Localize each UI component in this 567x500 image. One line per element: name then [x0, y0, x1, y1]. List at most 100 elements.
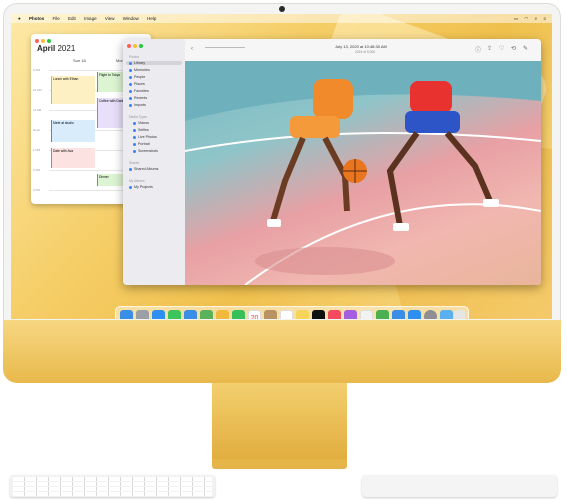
calendar-icon[interactable]: 20	[248, 310, 261, 319]
minimize-button[interactable]	[41, 39, 45, 43]
menu-app-name[interactable]: Photos	[29, 14, 44, 23]
notes-icon[interactable]	[296, 310, 309, 319]
folder-icon[interactable]	[440, 310, 453, 319]
sidebar-item-label: My Projects	[134, 185, 153, 189]
sidebar-item-people[interactable]: People	[129, 75, 145, 79]
sidebar-heading: Media Types	[129, 115, 148, 119]
info-icon[interactable]: ⓘ	[475, 45, 481, 54]
sidebar-item-library[interactable]: Library	[126, 61, 182, 65]
menu-edit[interactable]: Edit	[68, 14, 76, 23]
sidebar-item-selfies[interactable]: Selfies	[133, 128, 149, 132]
calendar-event[interactable]: Date with Ava	[51, 148, 95, 168]
folder-icon	[129, 185, 132, 189]
menu-view[interactable]: View	[105, 14, 115, 23]
sidebar-item-label: Favorites	[134, 89, 149, 93]
mail-icon[interactable]	[184, 310, 197, 319]
share-icon[interactable]: ⇪	[487, 45, 492, 52]
music-icon[interactable]	[328, 310, 341, 319]
camera-icon	[279, 6, 285, 12]
player-shorts	[290, 116, 340, 138]
sidebar-item-label: Live Photos	[138, 135, 157, 139]
messages-icon[interactable]	[168, 310, 181, 319]
sidebar-item-label: People	[134, 75, 146, 79]
maps-icon[interactable]	[200, 310, 213, 319]
zoom-slider[interactable]	[205, 47, 245, 52]
sidebar-item-label: Imports	[134, 103, 146, 107]
menu-file[interactable]: File	[53, 14, 60, 23]
back-icon[interactable]: ‹	[191, 46, 193, 52]
wifi-icon[interactable]: ◠	[524, 14, 528, 23]
screenshot-icon	[133, 149, 136, 153]
settings-icon[interactable]	[424, 310, 437, 319]
sidebar-item-memories[interactable]: Memories	[129, 68, 150, 72]
sidebar-item-portrait[interactable]: Portrait	[133, 142, 150, 146]
podcasts-icon[interactable]	[344, 310, 357, 319]
shared-album-icon	[129, 167, 132, 171]
sidebar-item-favorites[interactable]: Favorites	[129, 89, 149, 93]
menu-window[interactable]: Window	[123, 14, 139, 23]
calendar-year: 2021	[57, 44, 76, 53]
rotate-icon[interactable]: ⟲	[511, 45, 516, 52]
sidebar-item-my-projects[interactable]: My Projects	[129, 185, 153, 189]
clock-icon	[129, 96, 132, 100]
player-shirt	[410, 81, 452, 113]
photos-icon[interactable]	[216, 310, 229, 319]
imac-chin	[3, 320, 561, 383]
player-shorts	[405, 111, 460, 133]
appstore-icon[interactable]	[408, 310, 421, 319]
keynote-icon[interactable]	[392, 310, 405, 319]
control-center-icon[interactable]: ≡	[543, 14, 546, 23]
close-button[interactable]	[127, 44, 131, 48]
sidebar-heading: Photos	[129, 55, 139, 59]
edit-icon[interactable]: ✎	[523, 45, 528, 52]
court-line	[185, 132, 541, 152]
dock: 20	[115, 306, 469, 319]
news-icon[interactable]	[360, 310, 373, 319]
time-label: 3 PM	[33, 188, 41, 192]
video-icon	[133, 121, 136, 125]
time-label: 10 AM	[33, 88, 42, 92]
zoom-button[interactable]	[47, 39, 51, 43]
player-leg	[444, 131, 493, 203]
sneaker	[267, 219, 281, 227]
apple-menu-icon[interactable]: ●	[18, 14, 21, 23]
trash-icon[interactable]	[454, 310, 465, 319]
minimize-button[interactable]	[133, 44, 137, 48]
photos-window[interactable]: Photos Library Memories People Places Fa…	[123, 39, 541, 285]
launchpad-icon[interactable]	[136, 310, 149, 319]
facetime-icon[interactable]	[232, 310, 245, 319]
calendar-event[interactable]: Lunch with Ethan	[51, 76, 95, 104]
tv-icon[interactable]	[312, 310, 325, 319]
contacts-icon[interactable]	[264, 310, 277, 319]
sidebar-item-videos[interactable]: Videos	[133, 121, 149, 125]
sidebar-item-places[interactable]: Places	[129, 82, 145, 86]
close-button[interactable]	[35, 39, 39, 43]
heart-icon[interactable]: ♡	[499, 45, 504, 52]
imac-stand-foot	[212, 459, 347, 469]
magic-keyboard	[10, 475, 215, 497]
sidebar-item-imports[interactable]: Imports	[129, 103, 146, 107]
sidebar-item-label: Shared Albums	[134, 167, 159, 171]
photos-toolbar: ‹ July 13, 2020 at 10:48:30 AM 2024 of 9…	[185, 39, 541, 62]
menu-help[interactable]: Help	[147, 14, 156, 23]
calendar-day-header[interactable]: Sun 18	[73, 58, 86, 63]
finder-icon[interactable]	[120, 310, 133, 319]
menu-image[interactable]: Image	[84, 14, 97, 23]
sneaker	[483, 199, 499, 207]
battery-icon[interactable]: ▭	[514, 14, 518, 23]
sidebar-item-shared-albums[interactable]: Shared Albums	[129, 167, 158, 171]
time-label: 1 PM	[33, 148, 41, 152]
sidebar-item-live-photos[interactable]: Live Photos	[133, 135, 157, 139]
zoom-button[interactable]	[139, 44, 143, 48]
reminders-icon[interactable]	[280, 310, 293, 319]
search-icon[interactable]: ⌕	[535, 14, 538, 23]
photo-viewer[interactable]	[185, 61, 541, 285]
sidebar-item-recents[interactable]: Recents	[129, 96, 147, 100]
time-label: 9 AM	[33, 68, 40, 72]
calendar-event[interactable]: Meet at studio	[51, 120, 95, 142]
numbers-icon[interactable]	[376, 310, 389, 319]
live-photo-icon	[133, 135, 136, 139]
safari-icon[interactable]	[152, 310, 165, 319]
sidebar-item-screenshots[interactable]: Screenshots	[133, 149, 158, 153]
player-leg	[270, 136, 306, 222]
